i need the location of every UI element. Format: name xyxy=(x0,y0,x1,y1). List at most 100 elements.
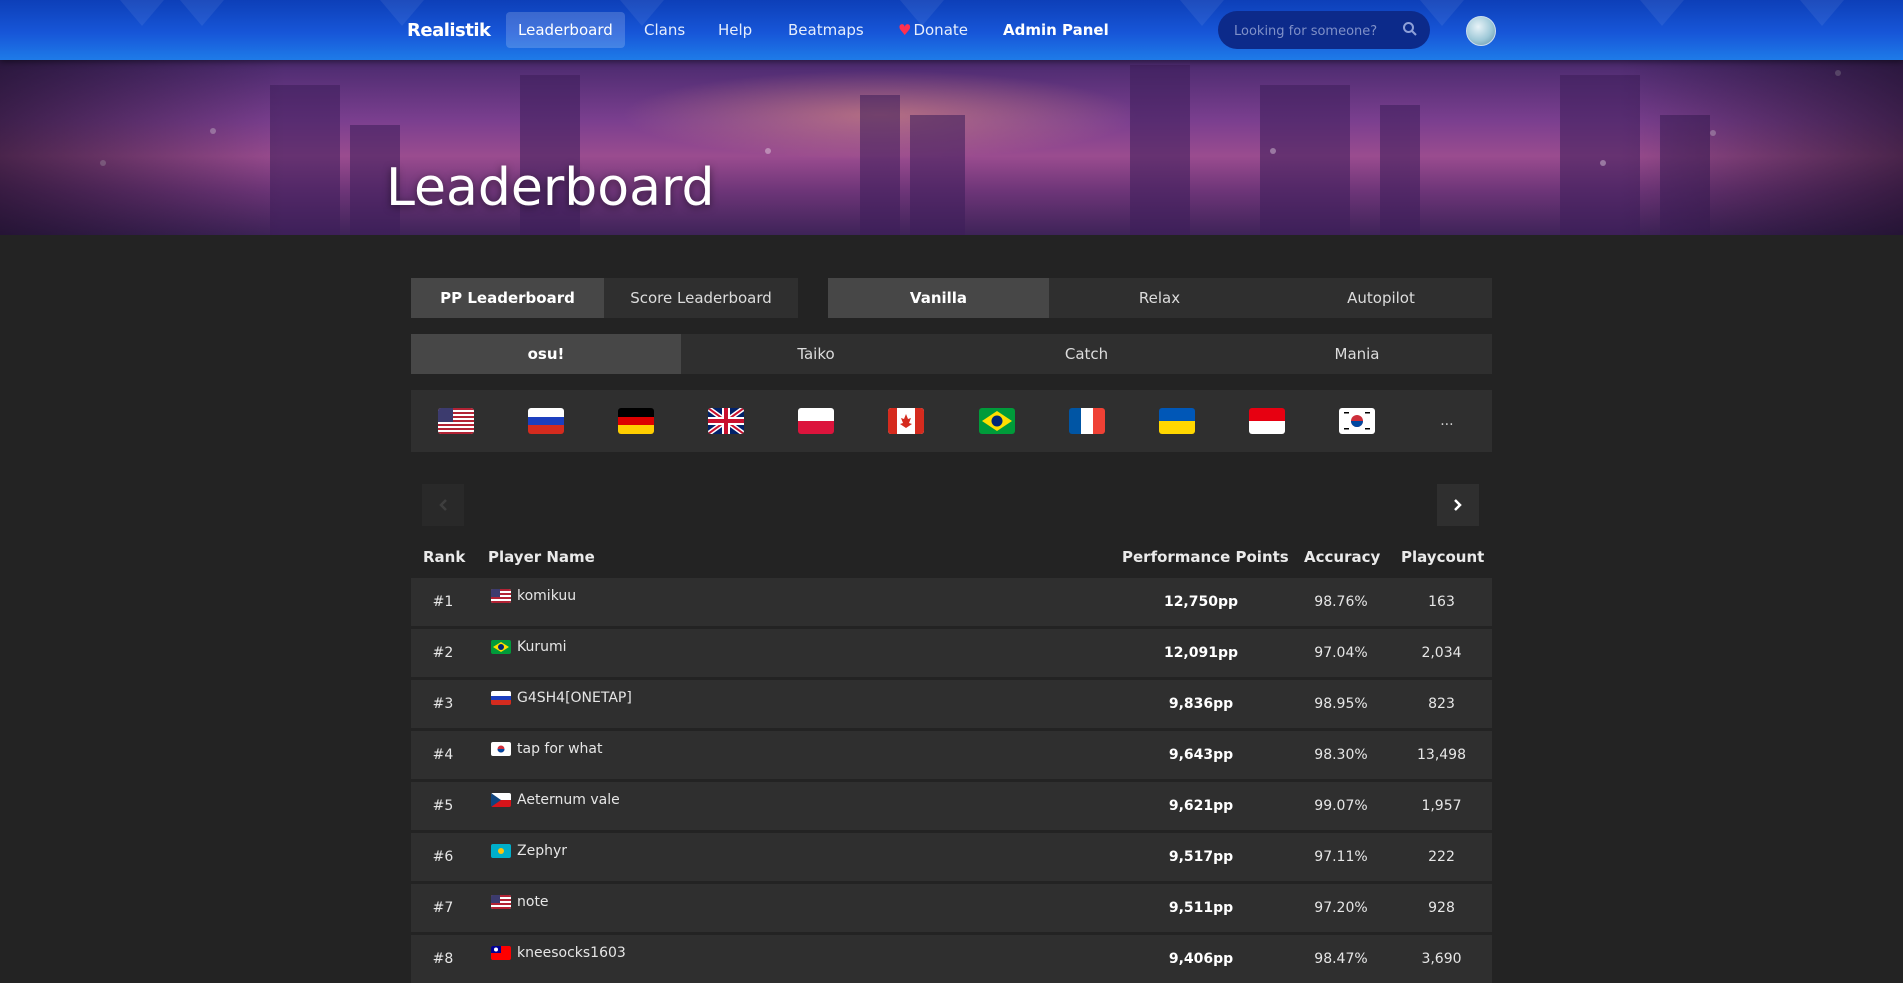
player-link[interactable]: tap for what xyxy=(491,741,603,757)
tab-osu[interactable]: osu! xyxy=(411,334,681,374)
nav-help[interactable]: Help xyxy=(706,12,764,48)
mode-tabs: osu! Taiko Catch Mania xyxy=(411,334,1492,374)
more-countries-label: ... xyxy=(1440,413,1454,429)
table-row: #3 G4SH4[ONETAP] 9,836pp 98.95% 823 xyxy=(411,680,1492,728)
player-name: Zephyr xyxy=(517,843,568,859)
column-header-accuracy[interactable]: Accuracy xyxy=(1304,548,1380,566)
player-name: tap for what xyxy=(517,741,603,757)
country-filter-ru[interactable] xyxy=(501,390,591,452)
flag-br-icon xyxy=(978,408,1015,434)
country-filter-bar: ... xyxy=(411,390,1492,452)
nav-donate-label: Donate xyxy=(913,21,968,39)
nav-admin-panel[interactable]: Admin Panel xyxy=(991,12,1121,48)
pp-cell: 9,511pp xyxy=(1168,900,1234,916)
accuracy-cell: 99.07% xyxy=(1314,798,1368,814)
country-filter-br[interactable] xyxy=(951,390,1041,452)
pp-cell: 12,091pp xyxy=(1163,645,1239,661)
pp-cell: 9,517pp xyxy=(1168,849,1234,865)
country-filter-id[interactable] xyxy=(1222,390,1312,452)
rank-cell: #7 xyxy=(432,900,454,916)
previous-page-button[interactable] xyxy=(422,484,464,526)
tab-taiko[interactable]: Taiko xyxy=(681,334,951,374)
search-input[interactable] xyxy=(1232,11,1396,51)
country-flag-icon xyxy=(491,742,511,756)
column-header-rank[interactable]: Rank xyxy=(423,548,465,566)
tab-autopilot[interactable]: Autopilot xyxy=(1270,278,1492,318)
column-header-pp[interactable]: Performance Points xyxy=(1122,548,1289,566)
tab-catch[interactable]: Catch xyxy=(951,334,1222,374)
playcount-cell: 928 xyxy=(1428,900,1455,916)
flag-pl-icon xyxy=(798,408,835,434)
user-avatar[interactable] xyxy=(1466,16,1496,46)
pp-cell: 9,406pp xyxy=(1168,951,1234,967)
heart-icon: ♥ xyxy=(898,21,912,39)
country-filter-de[interactable] xyxy=(591,390,681,452)
accuracy-cell: 97.04% xyxy=(1314,645,1368,661)
pp-cell: 9,836pp xyxy=(1168,696,1234,712)
playcount-cell: 3,690 xyxy=(1421,951,1462,967)
player-link[interactable]: kneesocks1603 xyxy=(491,945,626,961)
player-link[interactable]: Zephyr xyxy=(491,843,567,859)
player-name: G4SH4[ONETAP] xyxy=(517,690,632,706)
accuracy-cell: 98.30% xyxy=(1314,747,1368,763)
accuracy-cell: 97.20% xyxy=(1314,900,1368,916)
player-link[interactable]: komikuu xyxy=(491,588,576,604)
tab-vanilla[interactable]: Vanilla xyxy=(828,278,1049,318)
table-row: #1 komikuu 12,750pp 98.76% 163 xyxy=(411,578,1492,626)
nav-clans[interactable]: Clans xyxy=(632,12,697,48)
country-flag-icon xyxy=(491,589,511,603)
flag-ca-icon xyxy=(888,408,925,434)
country-flag-icon xyxy=(491,844,511,858)
rank-cell: #4 xyxy=(432,747,454,763)
country-filter-kr[interactable] xyxy=(1312,390,1402,452)
search-icon[interactable] xyxy=(1402,21,1418,37)
column-header-playcount[interactable]: Playcount xyxy=(1401,548,1484,566)
player-link[interactable]: Kurumi xyxy=(491,639,567,655)
column-header-player[interactable]: Player Name xyxy=(488,548,595,566)
flag-kr-icon xyxy=(1338,408,1375,434)
table-row: #6 Zephyr 9,517pp 97.11% 222 xyxy=(411,833,1492,881)
playcount-cell: 163 xyxy=(1428,594,1455,610)
leaderboard-table-header: Rank Player Name Performance Points Accu… xyxy=(411,540,1492,574)
player-name: Kurumi xyxy=(517,639,567,655)
country-filter-pl[interactable] xyxy=(771,390,861,452)
playcount-cell: 1,957 xyxy=(1421,798,1462,814)
country-filter-ua[interactable] xyxy=(1132,390,1222,452)
pp-cell: 9,643pp xyxy=(1168,747,1234,763)
country-filter-ca[interactable] xyxy=(861,390,951,452)
brand-logo[interactable]: Realistik xyxy=(407,20,491,41)
nav-donate[interactable]: ♥ Donate xyxy=(886,12,980,48)
country-filter-fr[interactable] xyxy=(1042,390,1132,452)
flag-id-icon xyxy=(1248,408,1285,434)
country-flag-icon xyxy=(491,895,511,909)
chevron-right-icon xyxy=(1454,499,1462,511)
table-row: #2 Kurumi 12,091pp 97.04% 2,034 xyxy=(411,629,1492,677)
search-box xyxy=(1218,11,1430,51)
tab-relax[interactable]: Relax xyxy=(1049,278,1270,318)
more-countries-button[interactable]: ... xyxy=(1402,390,1492,452)
accuracy-cell: 98.95% xyxy=(1314,696,1368,712)
tab-score-leaderboard[interactable]: Score Leaderboard xyxy=(604,278,798,318)
playcount-cell: 222 xyxy=(1428,849,1455,865)
player-link[interactable]: Aeternum vale xyxy=(491,792,620,808)
top-navbar: Realistik Leaderboard Clans Help Beatmap… xyxy=(0,0,1903,60)
player-link[interactable]: note xyxy=(491,894,549,910)
accuracy-cell: 98.76% xyxy=(1314,594,1368,610)
flag-de-icon xyxy=(618,408,655,434)
country-filter-gb[interactable] xyxy=(681,390,771,452)
nav-leaderboard[interactable]: Leaderboard xyxy=(506,12,625,48)
tab-pp-leaderboard[interactable]: PP Leaderboard xyxy=(411,278,604,318)
country-flag-icon xyxy=(491,691,511,705)
next-page-button[interactable] xyxy=(1437,484,1479,526)
table-row: #8 kneesocks1603 9,406pp 98.47% 3,690 xyxy=(411,935,1492,983)
rank-cell: #6 xyxy=(432,849,454,865)
nav-beatmaps[interactable]: Beatmaps xyxy=(776,12,876,48)
playcount-cell: 823 xyxy=(1428,696,1455,712)
flag-us-icon xyxy=(438,408,475,434)
player-name: komikuu xyxy=(517,588,577,604)
player-link[interactable]: G4SH4[ONETAP] xyxy=(491,690,632,706)
flag-gb-icon xyxy=(708,408,745,434)
country-filter-us[interactable] xyxy=(411,390,501,452)
tab-mania[interactable]: Mania xyxy=(1222,334,1492,374)
table-row: #5 Aeternum vale 9,621pp 99.07% 1,957 xyxy=(411,782,1492,830)
